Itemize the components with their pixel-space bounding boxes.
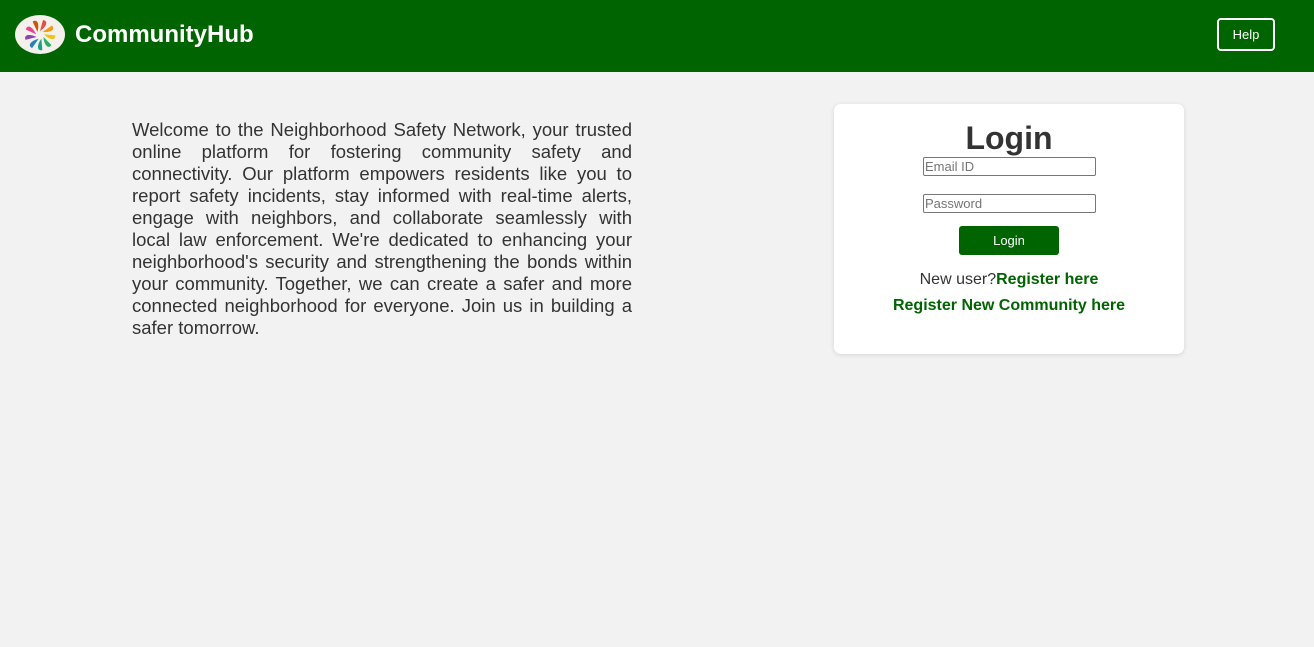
- brand-logo[interactable]: [15, 15, 65, 54]
- help-button[interactable]: Help: [1217, 18, 1275, 51]
- colorful-pinwheel-icon: [25, 19, 56, 50]
- brand-name[interactable]: CommunityHub: [75, 20, 254, 50]
- login-button[interactable]: Login: [959, 226, 1059, 255]
- register-community-link[interactable]: Register New Community here: [893, 297, 1125, 314]
- new-user-line: New user?Register here: [834, 270, 1184, 290]
- login-title: Login: [965, 120, 1053, 156]
- intro-paragraph: Welcome to the Neighborhood Safety Netwo…: [132, 119, 632, 338]
- register-link[interactable]: Register here: [996, 271, 1098, 288]
- email-field[interactable]: [923, 157, 1096, 176]
- top-navbar: CommunityHub Help: [0, 0, 1314, 72]
- password-field[interactable]: [923, 194, 1096, 213]
- register-community-line: Register New Community here: [834, 296, 1184, 316]
- new-user-label: New user?: [919, 271, 997, 288]
- login-card: Login Login New user?Register here Regis…: [834, 104, 1184, 354]
